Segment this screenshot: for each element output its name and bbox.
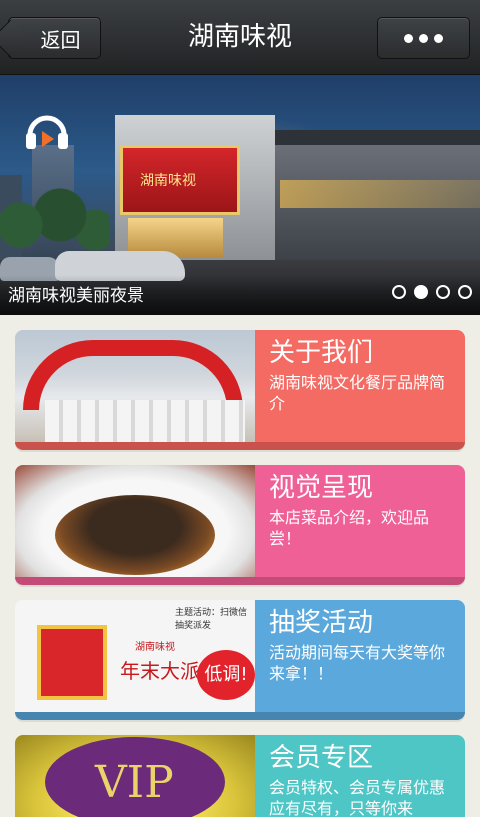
card-about-us[interactable]: 关于我们 湖南味视文化餐厅品牌简介: [15, 330, 465, 450]
card-description: 会员特权、会员专属优惠应有尽有，只等你来: [269, 778, 446, 817]
vip-badge-text: VIP: [95, 757, 174, 808]
card-shadow-strip: [15, 442, 465, 450]
carousel-pagination: [392, 285, 472, 299]
card-text-panel: 视觉呈现 本店菜品介绍，欢迎品尝！: [255, 465, 465, 577]
card-lottery[interactable]: 主题活动：扫微信 抽奖派发 湖南味视 年末大派发 低调! 抽奖活动 活动期间每天…: [15, 600, 465, 720]
ellipsis-icon-dot: [434, 33, 443, 43]
card-text-panel: 会员专区 会员特权、会员专属优惠应有尽有，只等你来: [255, 735, 465, 817]
ellipsis-icon: [404, 33, 413, 43]
card-title: 会员专区: [269, 743, 374, 773]
card-text-panel: 关于我们 湖南味视文化餐厅品牌简介: [255, 330, 465, 442]
card-title: 关于我们: [269, 338, 374, 368]
card-visual-showcase[interactable]: 视觉呈现 本店菜品介绍，欢迎品尝！: [15, 465, 465, 585]
top-navigation-bar: 返回 湖南味视: [0, 0, 480, 75]
card-image-promo: 主题活动：扫微信 抽奖派发 湖南味视 年末大派发 低调!: [15, 600, 255, 712]
card-image-vip: VIP: [15, 735, 255, 817]
ellipsis-icon-dot: [419, 33, 428, 43]
card-member-zone[interactable]: VIP 会员专区 会员特权、会员专属优惠应有尽有，只等你来: [15, 735, 465, 817]
promo-brand: 湖南味视: [135, 642, 175, 653]
pagination-dot[interactable]: [392, 285, 406, 299]
card-description: 湖南味视文化餐厅品牌简介: [269, 373, 446, 413]
card-title: 抽奖活动: [269, 608, 374, 638]
card-text-panel: 抽奖活动 活动期间每天有大奖等你来拿！！: [255, 600, 465, 712]
gift-box-icon: [37, 625, 107, 700]
card-shadow-strip: [15, 712, 465, 720]
card-image-dish: [15, 465, 255, 577]
pagination-dot[interactable]: [436, 285, 450, 299]
pagination-dot-active[interactable]: [414, 285, 428, 299]
promo-subtitle: 主题活动：扫微信 抽奖派发: [175, 608, 248, 631]
card-description: 活动期间每天有大奖等你来拿！！: [269, 643, 446, 683]
card-title: 视觉呈现: [269, 473, 374, 503]
headphones-play-icon[interactable]: [22, 105, 72, 155]
pagination-dot[interactable]: [458, 285, 472, 299]
promo-bubble: 低调!: [197, 650, 255, 700]
more-options-button[interactable]: [377, 17, 470, 59]
dish: [55, 495, 215, 575]
card-image-chefs: [15, 330, 255, 442]
restaurant-sign-text: 湖南味视: [140, 173, 196, 189]
building-light-band: [280, 180, 480, 208]
banner-caption: 湖南味视美丽夜景: [8, 286, 144, 306]
chef-group: [45, 400, 245, 442]
card-description: 本店菜品介绍，欢迎品尝！: [269, 508, 430, 548]
banner-carousel[interactable]: 湖南味视 湖南味视美丽夜景: [0, 75, 480, 315]
card-shadow-strip: [15, 577, 465, 585]
